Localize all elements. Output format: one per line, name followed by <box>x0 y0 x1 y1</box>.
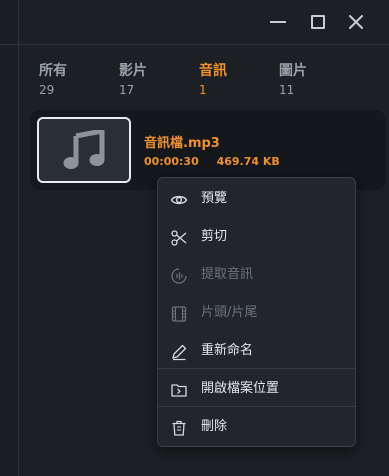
menu-item-extract-audio[interactable]: 提取音訊 <box>158 260 355 290</box>
tab-all[interactable]: 所有 29 <box>39 62 99 98</box>
tab-label: 所有 <box>39 63 67 79</box>
menu-item-label: 提取音訊 <box>201 267 254 282</box>
trash-icon <box>172 420 186 436</box>
scissors-icon <box>171 230 187 246</box>
file-size: 469.74 KB <box>216 155 280 168</box>
tab-image[interactable]: 圖片 11 <box>279 62 339 98</box>
pen-icon <box>172 344 187 361</box>
menu-item-label: 預覽 <box>201 191 228 206</box>
menu-item-trim[interactable]: 剪切 <box>158 222 355 252</box>
tab-count: 1 <box>199 83 207 97</box>
file-thumbnail[interactable] <box>37 117 131 183</box>
menu-item-intro-outro[interactable]: 片頭/片尾 <box>158 298 355 328</box>
tab-label: 圖片 <box>279 63 307 79</box>
menu-item-delete[interactable]: 刪除 <box>158 412 355 442</box>
tab-audio[interactable]: 音訊 1 <box>199 62 259 98</box>
menu-item-preview[interactable]: 預覽 <box>158 184 355 214</box>
tab-label: 音訊 <box>199 63 227 79</box>
eye-icon <box>170 195 188 205</box>
menu-divider <box>158 406 355 407</box>
menu-item-label: 重新命名 <box>201 343 254 358</box>
close-icon <box>349 15 363 29</box>
tab-count: 17 <box>119 83 135 97</box>
context-menu: 預覽 剪切 提取音訊 片頭/片尾 重新命名 開啟檔案位置 刪除 <box>157 177 356 447</box>
menu-item-label: 刪除 <box>201 419 228 434</box>
music-note-icon <box>63 130 105 169</box>
title-bar <box>0 0 389 45</box>
file-name: 音訊檔.mp3 <box>144 136 220 151</box>
tab-count: 29 <box>39 83 55 97</box>
minimize-button[interactable] <box>268 12 288 32</box>
film-icon <box>171 306 187 322</box>
menu-item-label: 片頭/片尾 <box>201 305 258 320</box>
folder-icon <box>171 384 187 397</box>
audio-extract-icon <box>171 268 187 284</box>
minimize-icon <box>270 21 286 23</box>
tab-label: 影片 <box>119 63 147 79</box>
tab-count: 11 <box>279 83 295 97</box>
maximize-icon <box>311 15 325 29</box>
menu-item-open-location[interactable]: 開啟檔案位置 <box>158 374 355 404</box>
maximize-button[interactable] <box>308 12 328 32</box>
tab-video[interactable]: 影片 17 <box>119 62 179 98</box>
menu-item-label: 剪切 <box>201 229 228 244</box>
menu-item-label: 開啟檔案位置 <box>201 381 280 396</box>
left-sidebar <box>0 0 19 476</box>
menu-item-rename[interactable]: 重新命名 <box>158 336 355 366</box>
file-duration: 00:00:30 <box>144 155 199 168</box>
close-button[interactable] <box>346 12 366 32</box>
menu-divider <box>158 368 355 369</box>
file-meta: 00:00:30 469.74 KB <box>144 155 280 168</box>
